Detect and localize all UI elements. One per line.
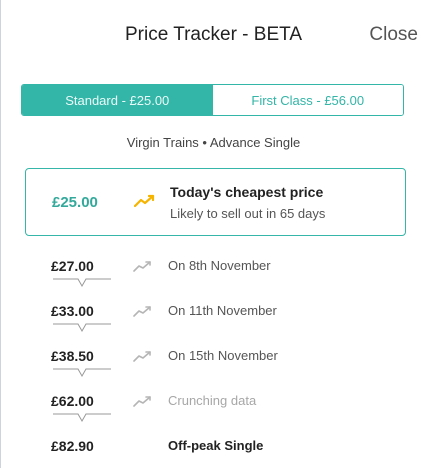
header: Price Tracker - BETA Close <box>1 0 425 70</box>
trend-up-icon <box>133 351 151 362</box>
cheapest-price-card: £25.00 Today's cheapest price Likely to … <box>25 168 406 236</box>
operator-fare-type: Virgin Trains • Advance Single <box>126 135 301 150</box>
list-item: £82.90 Off-peak Single <box>1 428 425 468</box>
cheapest-price: £25.00 <box>52 194 98 211</box>
row-label: On 11th November <box>168 303 277 318</box>
row-label: Off-peak Single <box>168 438 264 453</box>
step-connector <box>53 368 111 378</box>
price-tracker-panel: Price Tracker - BETA Close Standard - £2… <box>0 0 425 468</box>
row-price: £27.00 <box>51 258 94 274</box>
row-label: On 8th November <box>168 258 271 273</box>
page-title: Price Tracker - BETA <box>124 24 302 45</box>
trend-up-icon <box>133 396 151 407</box>
cheapest-heading: Today's cheapest price <box>170 184 324 200</box>
step-connector <box>53 278 111 288</box>
trend-up-icon <box>133 306 151 317</box>
row-price: £33.00 <box>51 303 94 319</box>
row-price: £82.90 <box>51 438 94 454</box>
row-label: On 15th November <box>168 348 278 363</box>
row-label: Crunching data <box>168 393 257 408</box>
cheapest-subtext: Likely to sell out in 65 days <box>170 206 326 221</box>
step-connector <box>53 413 111 423</box>
ticket-class-tabs: Standard - £25.00 First Class - £56.00 <box>21 84 404 116</box>
tab-first-class[interactable]: First Class - £56.00 <box>212 85 403 115</box>
step-connector <box>53 323 111 333</box>
close-button[interactable]: Close <box>369 24 418 46</box>
row-price: £38.50 <box>51 348 94 364</box>
trend-up-icon <box>133 261 151 272</box>
trend-up-icon <box>134 194 155 208</box>
tab-standard[interactable]: Standard - £25.00 <box>22 85 213 115</box>
row-price: £62.00 <box>51 393 94 409</box>
